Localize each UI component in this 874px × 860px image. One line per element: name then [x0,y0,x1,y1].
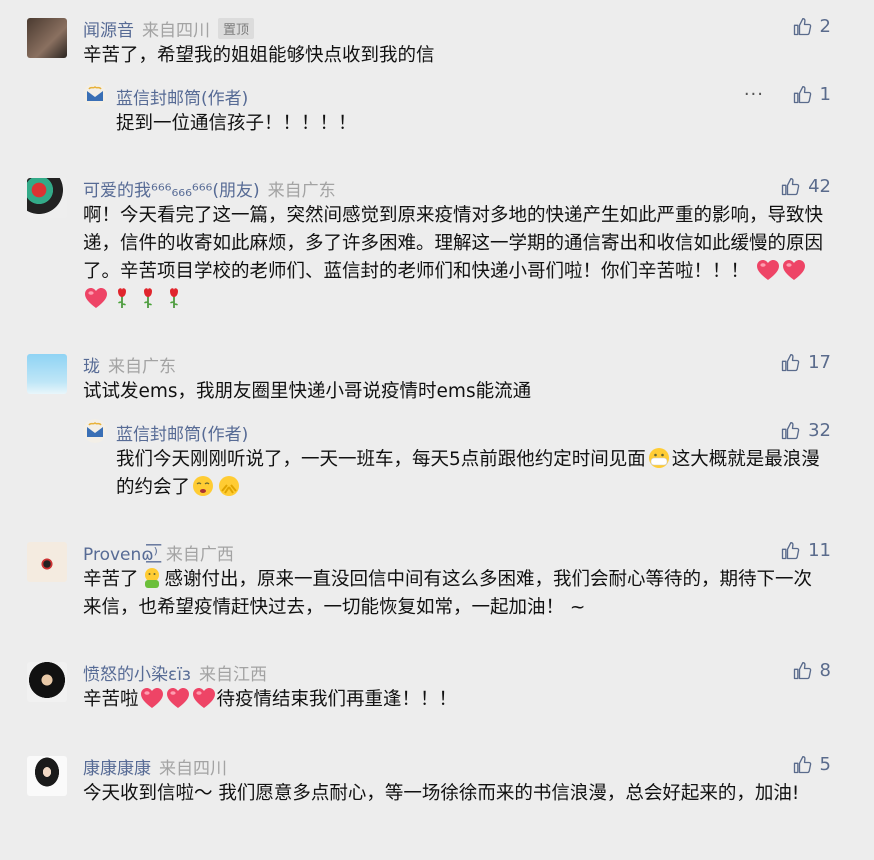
like-count: 32 [808,420,831,441]
like-count: 8 [819,660,831,681]
rose-icon [162,287,186,309]
comment-header: 愤怒的小染ɛïɜ 来自江西 [83,660,267,685]
like-button[interactable]: 8 [792,660,831,681]
heart-icon [84,287,108,309]
comment-text-part: 辛苦了 [83,569,139,590]
like-count: 42 [808,176,831,197]
comment-text-part: 感谢付出，原来一直没回信中间有这么多困难，我们会耐心等待的，期待下一次来信，也希… [83,569,813,618]
thumbs-up-icon [780,353,800,373]
location: 来自广西 [165,545,234,565]
shy-face-icon [191,475,215,497]
like-button[interactable]: 1 [792,84,831,105]
thumbs-up-icon [780,177,800,197]
reply-text: 捉到一位通信孩子！！！！！ [116,113,357,134]
comment-text: 啊！今天看完了这一篇，突然间感觉到原来疫情对多地的快递产生如此严重的影响，导致快… [83,202,823,314]
username[interactable]: 愤怒的小染ɛïɜ [83,665,191,685]
username[interactable]: 可爱的我⁶⁶⁶₆₆₆⁶⁶⁶(朋友) [83,181,260,201]
avatar[interactable] [27,18,67,58]
mask-face-icon [647,447,671,469]
avatar[interactable] [27,178,67,218]
like-count: 11 [808,540,831,561]
author-avatar[interactable] [83,83,107,107]
heart-icon [756,259,780,281]
more-options-icon[interactable]: ··· [744,84,764,105]
username[interactable]: 珑 [83,357,100,377]
thumbs-up-icon [792,85,812,105]
comment-text: 今天收到信啦～ 我们愿意多点耐心，等一场徐徐而来的书信浪漫，总会好起来的，加油! [83,783,800,804]
rose-icon [136,287,160,309]
like-count: 17 [808,352,831,373]
avatar[interactable] [27,662,67,702]
comment-text: 辛苦了，希望我的姐姐能够快点收到我的信 [83,45,435,66]
comment-text-part: 待疫情结束我们再重逢！！！ [216,689,458,710]
hug-icon [140,567,164,589]
username[interactable]: 闻源音 [83,21,134,41]
thumbs-up-icon [780,541,800,561]
like-count: 1 [819,84,831,105]
thumbs-up-icon [792,755,812,775]
like-count: 5 [819,754,831,775]
thumbs-up-icon [780,421,800,441]
avatar[interactable] [27,354,67,394]
rose-icon [110,287,134,309]
heart-icon [192,687,216,709]
like-button[interactable]: 32 [780,420,831,441]
author-avatar[interactable] [83,419,107,443]
location: 来自江西 [198,665,267,685]
hands-face-icon [217,475,241,497]
heart-icon [782,259,806,281]
reply-text: 我们今天刚刚听说了，一天一班车，每天5点前跟他约定时间见面 这大概就是最浪漫的约会… [116,446,836,502]
location: 来自四川 [142,21,210,41]
reply-username[interactable]: 蓝信封邮筒(作者) [116,420,248,445]
reply-username[interactable]: 蓝信封邮筒(作者) [116,84,248,109]
like-button[interactable]: 2 [792,16,831,37]
thumbs-up-icon [792,17,812,37]
like-button[interactable]: 5 [792,754,831,775]
thumbs-up-icon [792,661,812,681]
heart-icon [140,687,164,709]
comment-header: 闻源音 来自四川 置顶 [83,16,255,41]
username[interactable]: 康康康康 [83,759,151,779]
heart-icon [166,687,190,709]
reply-text-part: 我们今天刚刚听说了，一天一班车，每天5点前跟他约定时间见面 [116,449,646,470]
comment-text-part: 辛苦啦 [83,689,139,710]
comment-text: 辛苦啦 待疫情结束我们再重逢！！！ [83,686,823,714]
like-button[interactable]: 42 [780,176,831,197]
avatar[interactable] [27,542,67,582]
comment-header: Provenɷ͟͟͞͞⁾ 来自广西 [83,540,234,565]
avatar[interactable] [27,756,67,796]
username[interactable]: Provenɷ͟͟͞͞⁾ [83,545,158,565]
comment-text: 试试发ems，我朋友圈里快递小哥说疫情时ems能流通 [83,381,532,402]
location: 来自广东 [108,357,176,377]
comment-header: 珑来自广东 [83,352,176,377]
location: 来自四川 [159,759,227,779]
comment-text-body: 啊！今天看完了这一篇，突然间感觉到原来疫情对多地的快递产生如此严重的影响，导致快… [83,205,824,282]
pinned-badge: 置顶 [218,18,255,39]
location: 来自广东 [267,181,336,201]
like-button[interactable]: 17 [780,352,831,373]
comment-header: 康康康康 来自四川 [83,754,227,779]
comment-header: 可爱的我⁶⁶⁶₆₆₆⁶⁶⁶(朋友) 来自广东 [83,176,336,201]
like-button[interactable]: 11 [780,540,831,561]
comment-text: 辛苦了 感谢付出，原来一直没回信中间有这么多困难，我们会耐心等待的，期待下一次来信… [83,566,823,622]
like-count: 2 [819,16,831,37]
